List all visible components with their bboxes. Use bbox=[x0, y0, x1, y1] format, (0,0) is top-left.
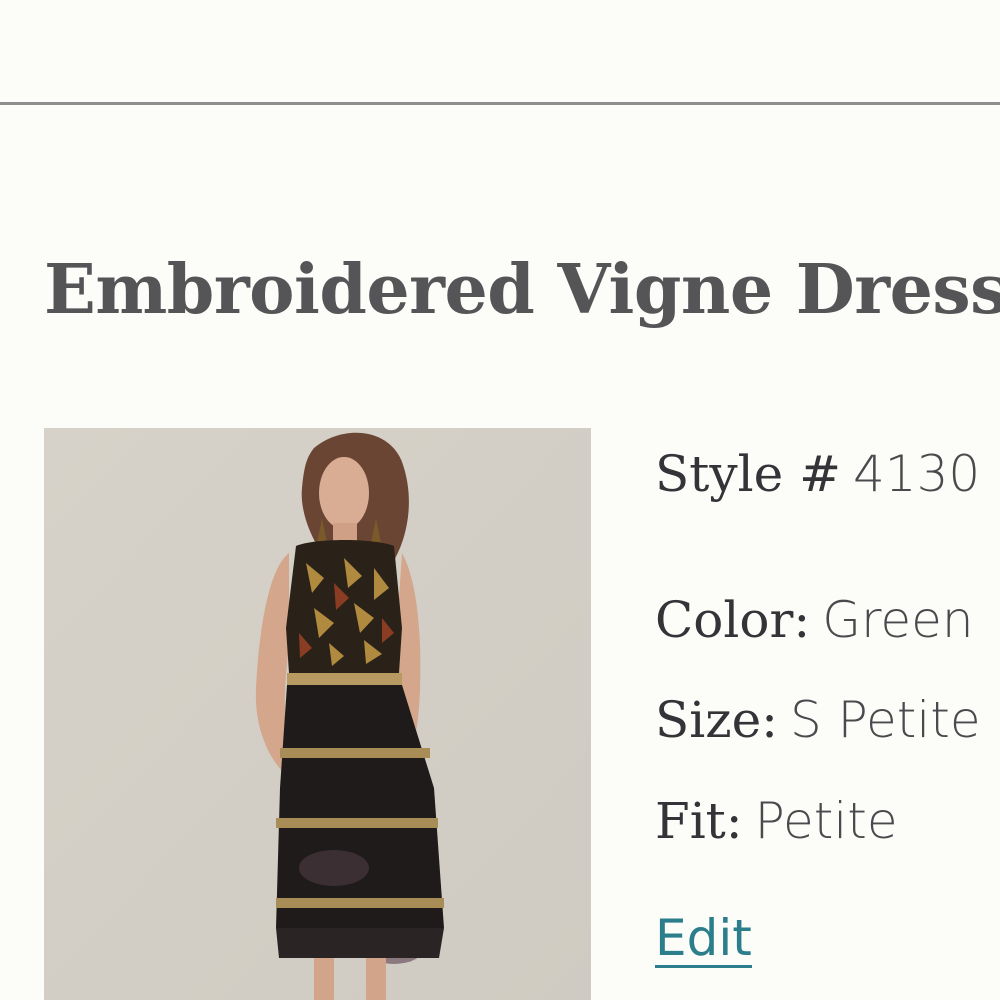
product-image[interactable] bbox=[44, 428, 591, 1000]
product-details: Style #4130 Color: Green Size: S Petite Fi… bbox=[655, 0, 1000, 1000]
edit-link[interactable]: Edit bbox=[655, 912, 752, 968]
color-row: Color: Green bbox=[655, 591, 974, 649]
color-value: Green bbox=[822, 591, 974, 649]
style-number-row: Style #4130 bbox=[655, 445, 980, 503]
color-label: Color: bbox=[655, 591, 811, 649]
style-value: 4130 bbox=[852, 445, 981, 503]
size-label: Size: bbox=[655, 691, 779, 749]
fit-label: Fit: bbox=[655, 792, 743, 850]
fit-row: Fit: Petite bbox=[655, 792, 898, 850]
size-row: Size: S Petite bbox=[655, 691, 981, 749]
size-value: S Petite bbox=[790, 691, 981, 749]
model-photo-illustration bbox=[44, 428, 591, 1000]
style-label: Style # bbox=[655, 445, 841, 503]
fit-value: Petite bbox=[754, 792, 898, 850]
